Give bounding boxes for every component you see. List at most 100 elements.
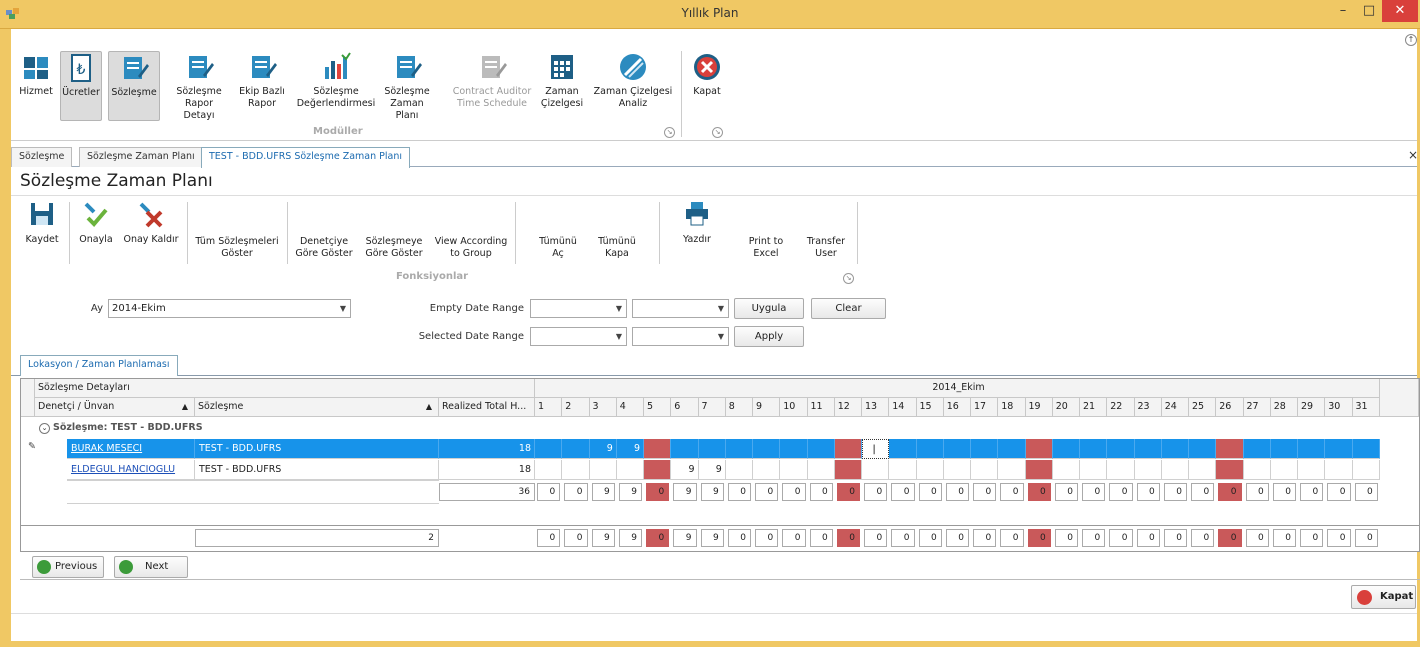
day-cell[interactable] [998,460,1026,480]
group-row[interactable]: ⌄ Sözleşme: TEST - BDD.UFRS [35,419,435,437]
day-cell[interactable]: 9 [671,460,699,480]
day-cell[interactable] [1052,460,1080,480]
day-cell[interactable] [971,439,999,459]
auditor-link[interactable]: ELDEGUL HANCIOGLU [71,464,175,475]
print-to-excel-button[interactable]: Print to Excel [741,200,791,262]
day-cell[interactable] [725,439,753,459]
zaman-cizelgesi-analiz-button[interactable]: Zaman Çizelgesi Analiz [591,51,675,121]
collapse-group-icon[interactable]: ⌄ [39,423,50,434]
clear-button[interactable]: Clear [811,298,886,319]
day-cell[interactable] [1189,439,1217,459]
onayla-button[interactable]: Onayla [75,200,117,262]
tab-sozlesme-zaman-plani[interactable]: Sözleşme Zaman Planı [79,147,203,167]
day-cell[interactable] [1216,460,1244,480]
close-tab-icon[interactable]: × [1408,148,1418,162]
day-cell[interactable] [807,439,835,459]
day-header-31[interactable]: 31 [1352,398,1380,417]
day-cell[interactable] [1243,460,1271,480]
yazdir-button[interactable]: Yazdır [675,200,719,262]
day-cell[interactable] [998,439,1026,459]
day-cell[interactable] [1325,439,1353,459]
table-row[interactable]: ELDEGUL HANCIOGLU TEST - BDD.UFRS 18 9 9 [21,460,1419,480]
view-according-to-group-button[interactable]: View According to Group [431,200,511,262]
day-header-3[interactable]: 3 [589,398,617,417]
day-cell[interactable] [535,460,563,480]
day-header-22[interactable]: 22 [1107,398,1135,417]
previous-button[interactable]: Previous [32,556,104,578]
column-denetci-unvan[interactable]: Denetçi / Ünvan ▲ [35,398,195,417]
day-header-21[interactable]: 21 [1080,398,1108,417]
empty-end-date[interactable]: ▼ [632,299,729,318]
day-header-5[interactable]: 5 [644,398,672,417]
tab-sozlesme[interactable]: Sözleşme [11,147,73,167]
day-cell[interactable] [1352,439,1380,459]
day-cell[interactable] [644,439,672,459]
day-cell[interactable] [1107,439,1135,459]
day-cell[interactable] [916,460,944,480]
day-cell[interactable] [1325,460,1353,480]
day-cell[interactable] [1080,460,1108,480]
kaydet-button[interactable]: Kaydet [21,200,63,262]
day-header-6[interactable]: 6 [671,398,699,417]
close-window-button[interactable]: ✕ [1382,0,1418,22]
denetciye-gore-goster-button[interactable]: Denetçiye Göre Göster [294,200,354,262]
sozlesme-zaman-plani-button[interactable]: Sözleşme Zaman Planı [382,51,432,121]
ekip-bazli-rapor-button[interactable]: Ekip Bazlı Rapor [237,51,287,121]
day-cell[interactable] [725,460,753,480]
day-cell[interactable] [1298,460,1326,480]
table-row[interactable]: BURAK MESECI TEST - BDD.UFRS 18 9 9 | [21,439,1419,459]
day-header-14[interactable]: 14 [889,398,917,417]
day-cell[interactable] [671,439,699,459]
day-header-18[interactable]: 18 [998,398,1026,417]
tab-lokasyon-zaman-planlamasi[interactable]: Lokasyon / Zaman Planlaması [20,355,178,376]
day-cell[interactable] [1270,460,1298,480]
day-cell[interactable] [535,439,563,459]
day-cell[interactable] [1161,439,1189,459]
tumunu-kapa-button[interactable]: Tümünü Kapa [593,200,641,262]
day-header-19[interactable]: 19 [1025,398,1053,417]
uygula-button[interactable]: Uygula [734,298,804,319]
day-header-12[interactable]: 12 [834,398,862,417]
day-header-23[interactable]: 23 [1134,398,1162,417]
day-cell[interactable] [1243,439,1271,459]
day-header-26[interactable]: 26 [1216,398,1244,417]
day-cell[interactable] [1134,439,1162,459]
day-cell[interactable]: 9 [616,439,644,459]
group-expand-icon[interactable]: ↘ [843,273,854,284]
auditor-cell[interactable]: ELDEGUL HANCIOGLU [67,460,195,480]
group-expand-icon[interactable]: ↘ [712,127,723,138]
sozlesme-degerlendirmesi-button[interactable]: Sözleşme Değerlendirmesi [296,51,376,121]
ay-select[interactable]: 2014-Ekim ▼ [108,299,351,318]
day-cell[interactable] [1189,460,1217,480]
day-cell[interactable] [916,439,944,459]
day-cell[interactable] [753,439,781,459]
day-cell[interactable] [780,460,808,480]
day-cell[interactable] [1134,460,1162,480]
ribbon-collapse-icon[interactable]: ↑ [1405,34,1417,46]
tum-sozlesmeleri-goster-button[interactable]: Tüm Sözleşmeleri Göster [194,200,280,262]
hizmet-button[interactable]: Hizmet [16,51,56,121]
kapat-button[interactable]: Kapat [1351,585,1416,609]
day-header-8[interactable]: 8 [725,398,753,417]
sozlesmeye-gore-goster-button[interactable]: Sözleşmeye Göre Göster [363,200,425,262]
day-cell[interactable] [1216,439,1244,459]
column-sozlesme[interactable]: Sözleşme ▲ [195,398,439,417]
minimize-button[interactable]: – [1330,0,1356,22]
day-cell[interactable] [562,460,590,480]
selected-end-date[interactable]: ▼ [632,327,729,346]
day-cell[interactable] [834,439,862,459]
day-cell[interactable] [971,460,999,480]
day-header-16[interactable]: 16 [943,398,971,417]
day-cell[interactable] [1052,439,1080,459]
day-header-17[interactable]: 17 [971,398,999,417]
day-cell[interactable] [1025,460,1053,480]
day-header-25[interactable]: 25 [1189,398,1217,417]
day-cell[interactable] [644,460,672,480]
day-header-20[interactable]: 20 [1052,398,1080,417]
column-realized-total[interactable]: Realized Total H... [439,398,535,417]
day-cell[interactable] [1298,439,1326,459]
day-cell[interactable] [943,460,971,480]
day-cell[interactable] [780,439,808,459]
day-header-1[interactable]: 1 [535,398,563,417]
auditor-link[interactable]: BURAK MESECI [71,443,142,454]
